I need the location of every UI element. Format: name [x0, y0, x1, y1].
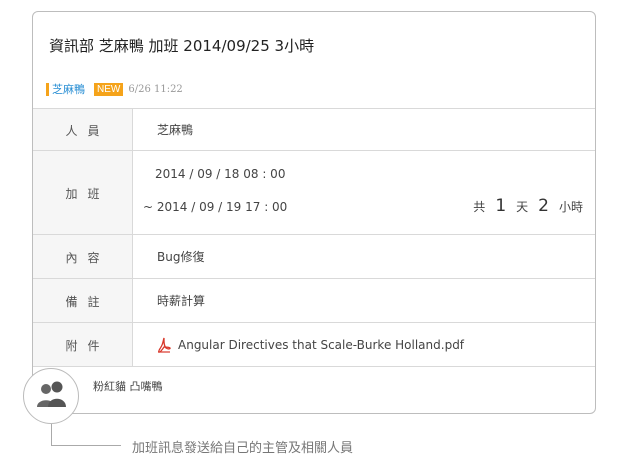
- overtime-card: 資訊部 芝麻鴨 加班 2014/09/25 3小時 芝麻鴨 NEW 6/26 1…: [32, 11, 596, 414]
- total-hours: 2: [538, 196, 549, 216]
- content-value: Bug修復: [157, 250, 205, 264]
- callout-connector: [51, 424, 121, 446]
- total-days: 1: [495, 196, 507, 216]
- people-icon: [23, 368, 79, 424]
- recipients-names: 粉紅貓 凸嘴鴨: [93, 380, 163, 393]
- post-date: 6/26 11:22: [128, 83, 183, 95]
- attachment-link[interactable]: Angular Directives that Scale-Burke Holl…: [157, 337, 464, 353]
- total-prefix: 共: [473, 200, 486, 214]
- note-row: 備註 時薪計算: [33, 278, 595, 323]
- person-row: 人員 芝麻鴨: [33, 108, 595, 151]
- author-link[interactable]: 芝麻鴨: [52, 81, 85, 97]
- total-hours-unit: 小時: [558, 200, 583, 214]
- overtime-start: 2014 / 09 / 18 08 : 00: [155, 167, 286, 181]
- post-meta: 芝麻鴨 NEW 6/26 11:22: [46, 82, 183, 96]
- person-value: 芝麻鴨: [157, 123, 194, 137]
- overtime-total: 共 1 天 2 小時: [473, 196, 583, 216]
- note-value: 時薪計算: [157, 294, 206, 308]
- total-days-unit: 天: [516, 200, 529, 214]
- recipients-row: 粉紅貓 凸嘴鴨: [33, 366, 595, 414]
- content-row: 內容 Bug修復: [33, 234, 595, 279]
- attachment-row: 附件 Angular Directives that Scale-Burke H…: [33, 322, 595, 367]
- new-badge: NEW: [94, 82, 124, 96]
- overtime-row: 加班 2014 / 09 / 18 08 : 00 ~ 2014 / 09 / …: [33, 150, 595, 235]
- attachment-label: 附件: [33, 323, 133, 367]
- pdf-icon: [158, 337, 171, 353]
- note-label: 備註: [33, 279, 133, 323]
- author-marker: [46, 82, 49, 96]
- content-label: 內容: [33, 235, 133, 279]
- post-title: 資訊部 芝麻鴨 加班 2014/09/25 3小時: [49, 37, 315, 55]
- overtime-end: ~ 2014 / 09 / 19 17 : 00: [143, 200, 288, 214]
- attachment-file-name: Angular Directives that Scale-Burke Holl…: [178, 338, 465, 352]
- person-label: 人員: [33, 109, 133, 151]
- overtime-label: 加班: [33, 151, 133, 235]
- callout-caption: 加班訊息發送給自己的主管及相關人員: [132, 441, 354, 456]
